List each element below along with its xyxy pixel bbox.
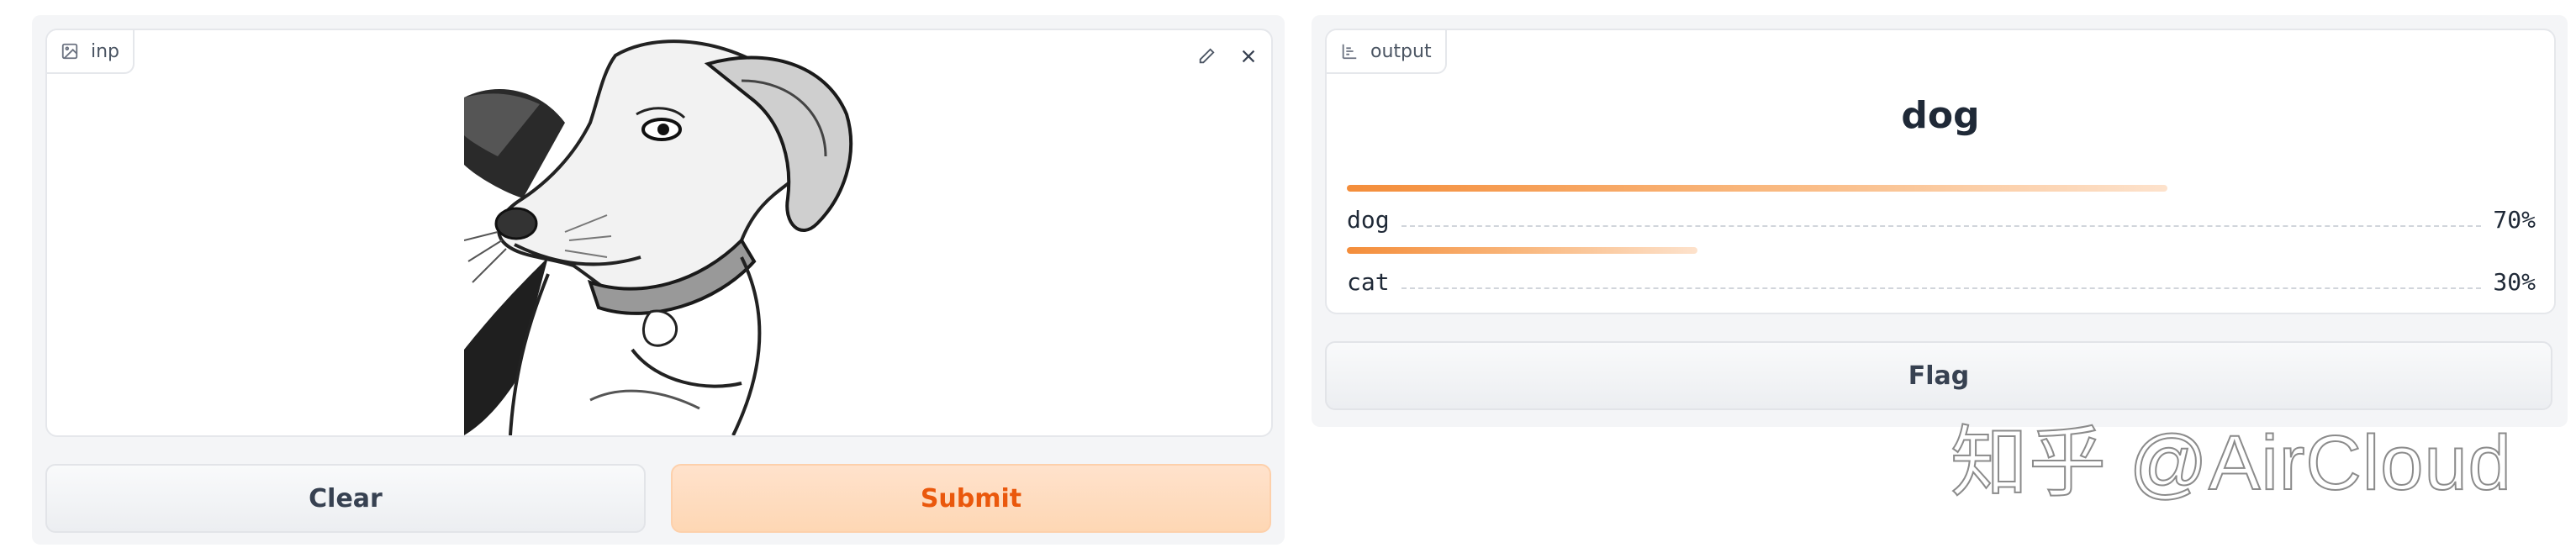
- submit-button[interactable]: Submit: [671, 464, 1271, 533]
- close-icon[interactable]: [1238, 45, 1259, 67]
- input-label-tag: inp: [47, 30, 135, 74]
- confidence-label: dog: [1347, 206, 1390, 234]
- dotted-leader: [1401, 225, 2482, 227]
- output-label: output: [1370, 40, 1432, 62]
- confidence-bar: [1347, 185, 2167, 192]
- predicted-label: dog: [1901, 94, 1980, 137]
- watermark: 知乎 @AirCloud: [1950, 419, 2512, 507]
- confidence-label: cat: [1347, 268, 1390, 296]
- output-column: output dog dog 70% cat 30% Flag: [1312, 15, 2568, 427]
- input-label: inp: [91, 40, 120, 62]
- input-column: inp Clear Submit: [32, 15, 1285, 545]
- output-label-tag: output: [1327, 30, 1447, 74]
- confidence-line: dog 70%: [1347, 200, 2536, 234]
- confidence-line: cat 30%: [1347, 262, 2536, 296]
- image-icon: [61, 42, 79, 61]
- bar-chart-icon: [1340, 42, 1359, 61]
- confidence-value: 70%: [2493, 206, 2536, 234]
- label-output: output dog dog 70% cat 30%: [1325, 29, 2556, 314]
- confidence-row: cat 30%: [1347, 247, 2536, 296]
- image-input[interactable]: inp: [45, 29, 1273, 437]
- confidence-value: 30%: [2493, 268, 2536, 296]
- pencil-icon[interactable]: [1196, 45, 1217, 67]
- confidence-row: dog 70%: [1347, 185, 2536, 234]
- dotted-leader: [1401, 287, 2482, 289]
- image-toolbar: [1196, 45, 1259, 67]
- clear-button[interactable]: Clear: [45, 464, 646, 533]
- confidence-bar: [1347, 247, 1698, 254]
- dog-sketch-image: [464, 30, 879, 435]
